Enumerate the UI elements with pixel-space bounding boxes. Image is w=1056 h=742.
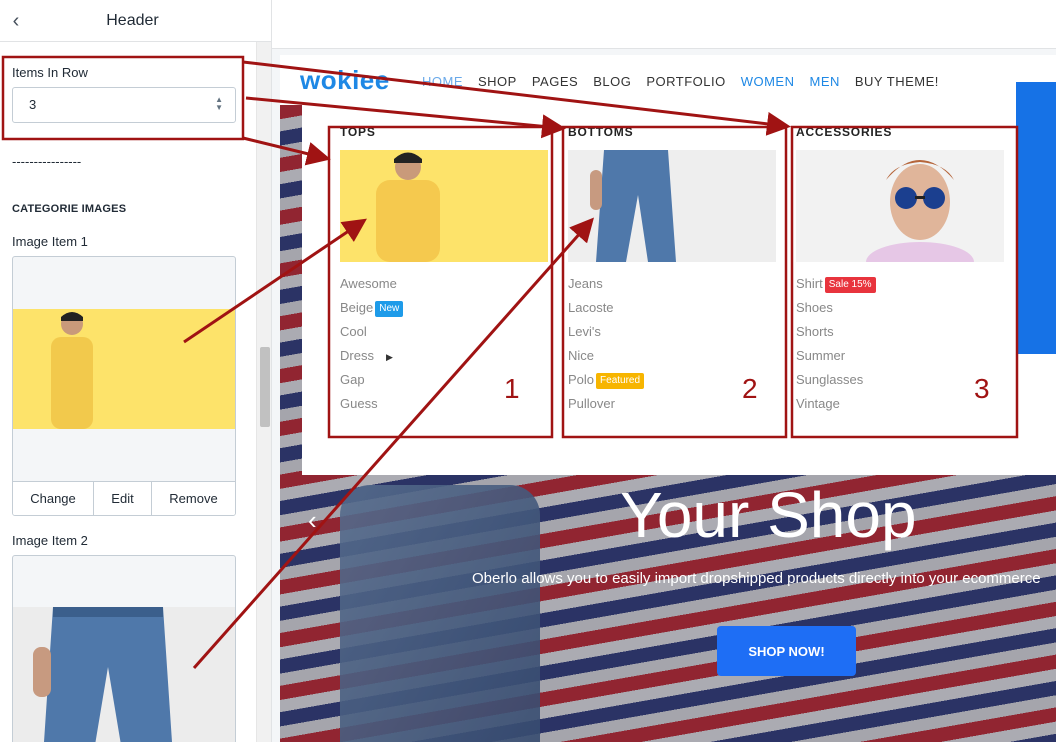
category-images-heading: CATEGORIE IMAGES (12, 203, 127, 215)
mega-column-accessories: ACCESSORIES Shirt Sale 15% Shoes Shorts … (796, 125, 1004, 420)
items-in-row-label: Items In Row (12, 65, 88, 80)
accessories-links: Shirt Sale 15% Shoes Shorts Summer Sungla… (796, 276, 1004, 420)
column-number-3: 3 (974, 373, 990, 404)
panel-header: ‹ Header (0, 0, 271, 42)
chevron-left-icon[interactable]: ‹ (308, 505, 317, 536)
site-logo[interactable]: wokiee (300, 65, 390, 96)
nav-pages[interactable]: PAGES (532, 74, 578, 89)
caret-right-icon: ▶ (385, 352, 393, 362)
mega-menu: TOPS Awesome Beige New Cool Dress ▶ Gap G (302, 105, 1056, 475)
menu-link[interactable]: Sunglasses (796, 372, 1004, 396)
image-item-1-actions: Change Edit Remove (13, 481, 235, 515)
menu-link[interactable]: Shirt Sale 15% (796, 276, 1004, 300)
promo-side-panel (1016, 82, 1056, 354)
image-item-2-card (12, 555, 236, 742)
menu-link[interactable]: Shoes (796, 300, 1004, 324)
items-in-row-select[interactable]: 3 ▲ ▼ (12, 87, 236, 123)
image-item-1-label: Image Item 1 (12, 234, 88, 249)
store-preview: wokiee HOME SHOP PAGES BLOG PORTFOLIO WO… (272, 0, 1056, 742)
menu-link[interactable]: Beige New (340, 300, 548, 324)
settings-panel: ‹ Header Items In Row 3 ▲ ▼ -------------… (0, 0, 272, 742)
menu-link[interactable]: Shorts (796, 324, 1004, 348)
nav-men[interactable]: MEN (809, 74, 839, 89)
nav-portfolio[interactable]: PORTFOLIO (646, 74, 725, 89)
menu-link[interactable]: Vintage (796, 396, 1004, 420)
edit-button[interactable]: Edit (94, 482, 152, 515)
preview-top-bar (272, 0, 1056, 49)
menu-link[interactable]: Lacoste (568, 300, 776, 324)
sale-badge: Sale 15% (824, 277, 876, 293)
divider-text: ---------------- (12, 154, 82, 169)
storefront: wokiee HOME SHOP PAGES BLOG PORTFOLIO WO… (280, 55, 1056, 742)
image-item-2-label: Image Item 2 (12, 533, 88, 548)
nav-buy-theme[interactable]: BUY THEME! (855, 74, 939, 89)
hero-title: Your Shop (620, 479, 917, 551)
select-arrows-icon: ▲ ▼ (215, 95, 223, 112)
menu-link[interactable]: Levi's (568, 324, 776, 348)
nav-shop[interactable]: SHOP (478, 74, 517, 89)
accessories-category-image[interactable] (796, 150, 1004, 262)
image-item-2-preview (13, 607, 235, 742)
image-item-1-preview (13, 309, 235, 429)
nav-women[interactable]: WOMEN (741, 74, 795, 89)
hero-subtitle: Oberlo allows you to easily import drops… (472, 570, 1041, 587)
column-number-2: 2 (742, 373, 758, 404)
items-in-row-value: 3 (29, 97, 37, 112)
main-nav: HOME SHOP PAGES BLOG PORTFOLIO WOMEN MEN… (422, 74, 954, 89)
menu-link[interactable]: Nice (568, 348, 776, 372)
shop-now-button[interactable]: SHOP NOW! (717, 626, 856, 676)
column-title[interactable]: ACCESSORIES (796, 125, 1004, 147)
column-title[interactable]: TOPS (340, 125, 548, 147)
scrollbar-thumb[interactable] (260, 347, 270, 427)
panel-scrollbar[interactable] (256, 42, 271, 742)
panel-body: Items In Row 3 ▲ ▼ ---------------- CATEG… (0, 42, 256, 742)
tops-category-image[interactable] (340, 150, 548, 262)
menu-link[interactable]: Awesome (340, 276, 548, 300)
nav-blog[interactable]: BLOG (593, 74, 631, 89)
column-number-1: 1 (504, 373, 520, 404)
change-button[interactable]: Change (13, 482, 94, 515)
remove-button[interactable]: Remove (152, 482, 235, 515)
site-navbar: wokiee HOME SHOP PAGES BLOG PORTFOLIO WO… (280, 55, 1056, 105)
new-badge: New (375, 301, 404, 317)
nav-home[interactable]: HOME (422, 74, 463, 89)
menu-link[interactable]: Jeans (568, 276, 776, 300)
bottoms-category-image[interactable] (568, 150, 776, 262)
column-title[interactable]: BOTTOMS (568, 125, 776, 147)
menu-link[interactable]: Dress ▶ (340, 348, 548, 372)
menu-link[interactable]: Cool (340, 324, 548, 348)
menu-link[interactable]: Summer (796, 348, 1004, 372)
panel-title: Header (106, 12, 159, 29)
image-item-1-card: Change Edit Remove (12, 256, 236, 516)
featured-badge: Featured (596, 373, 645, 389)
